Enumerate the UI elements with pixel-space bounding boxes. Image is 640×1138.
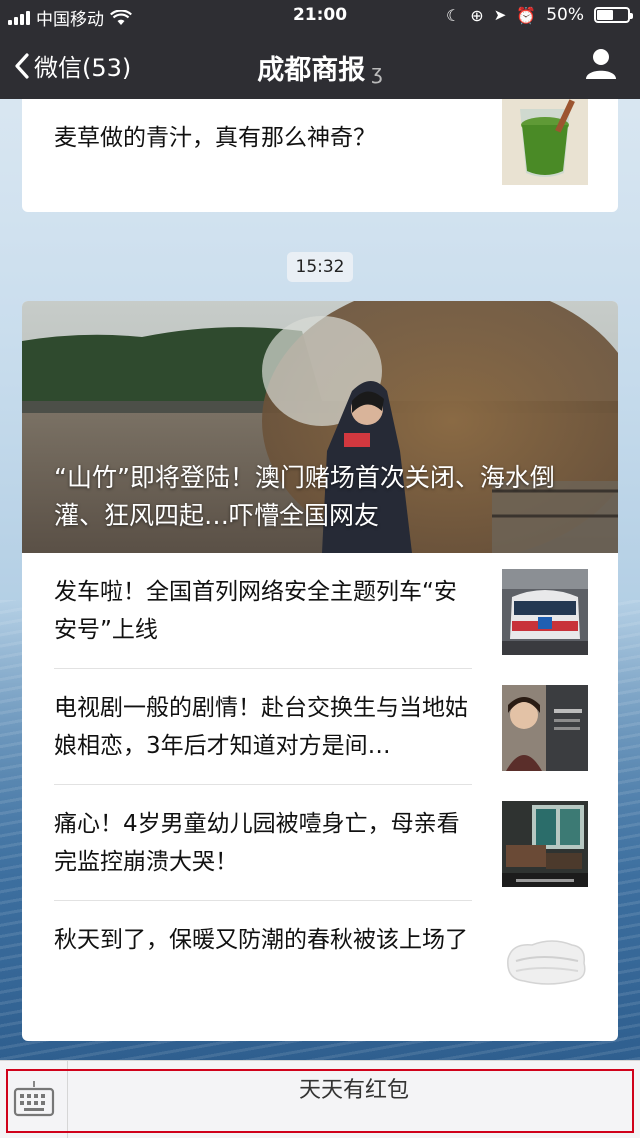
page-title: 成都商报 ʒ xyxy=(257,55,383,86)
article-thumbnail xyxy=(502,917,588,1003)
profile-icon[interactable] xyxy=(584,46,618,80)
status-bar: 中国移动 21:00 ☾ ⊕ ➤ ⏰ 50% xyxy=(0,0,640,32)
menu-button[interactable]: 天天有红包 xyxy=(68,1061,640,1138)
article-thumbnail xyxy=(502,99,588,185)
article-card[interactable]: 麦草做的青汁，真有那么神奇？ xyxy=(22,99,618,212)
alarm-icon: ⏰ xyxy=(516,5,537,25)
article-title: 电视剧一般的剧情！赴台交换生与当地姑娘相恋，3年后才知道对方是间… xyxy=(54,695,468,759)
article-thumbnail xyxy=(502,685,588,771)
location-icon: ➤ xyxy=(493,6,507,24)
article-row[interactable]: 电视剧一般的剧情！赴台交换生与当地姑娘相恋，3年后才知道对方是间… xyxy=(22,669,618,785)
article-title: 痛心！4岁男童幼儿园被噎身亡，母亲看完监控崩溃大哭！ xyxy=(54,811,460,875)
ear-icon: ʒ xyxy=(371,60,383,84)
bottom-menu-bar: 天天有红包 xyxy=(0,1060,640,1138)
article-title: 秋天到了，保暖又防潮的春秋被该上场了 xyxy=(54,927,468,953)
timestamp: 15:32 xyxy=(287,252,353,282)
article-row[interactable]: 发车啦！全国首列网络安全主题列车“安安号”上线 xyxy=(22,553,618,669)
article-row[interactable]: 痛心！4岁男童幼儿园被噎身亡，母亲看完监控崩溃大哭！ xyxy=(22,785,618,901)
moon-icon: ☾ xyxy=(445,5,461,25)
article-title: 麦草做的青汁，真有那么神奇？ xyxy=(54,125,376,151)
battery-percent: 50% xyxy=(546,5,584,25)
hero-title: “山竹”即将登陆！澳门赌场首次关闭、海水倒灌、狂风四起…吓懵全国网友 xyxy=(54,463,555,530)
top-bar: 中国移动 21:00 ☾ ⊕ ➤ ⏰ 50% 微信(53) 成都商报 ʒ xyxy=(0,0,640,99)
article-group-card: “山竹”即将登陆！澳门赌场首次关闭、海水倒灌、狂风四起…吓懵全国网友 发车啦！全… xyxy=(22,301,618,1041)
rotation-lock-icon: ⊕ xyxy=(470,5,484,25)
battery-icon xyxy=(594,7,633,23)
nav-bar: 微信(53) 成都商报 ʒ xyxy=(0,32,640,99)
article-thumbnail xyxy=(502,569,588,655)
article-row[interactable]: 秋天到了，保暖又防潮的春秋被该上场了 xyxy=(22,901,618,1017)
hero-article[interactable]: “山竹”即将登陆！澳门赌场首次关闭、海水倒灌、狂风四起…吓懵全国网友 xyxy=(22,301,618,553)
article-title: 发车啦！全国首列网络安全主题列车“安安号”上线 xyxy=(54,579,457,643)
article-thumbnail xyxy=(502,801,588,887)
